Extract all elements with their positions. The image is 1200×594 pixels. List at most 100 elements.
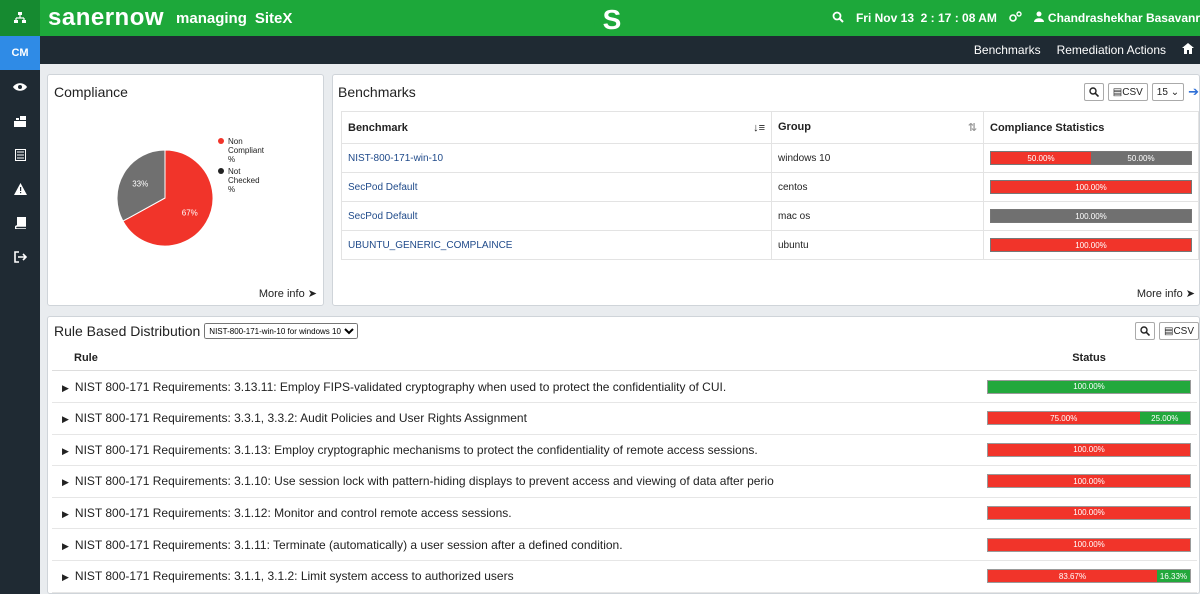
warning-icon[interactable]	[0, 172, 40, 206]
sitemap-icon[interactable]	[0, 0, 40, 36]
more-info-label: More info	[1136, 288, 1183, 300]
sidebar-item-cm[interactable]: CM	[0, 36, 40, 70]
page-size-select[interactable]: 15 ⌄	[1151, 83, 1185, 101]
chevron-down-icon: ⌄	[1170, 86, 1180, 98]
rule-text: NIST 800-171 Requirements: 3.1.1, 3.1.2:…	[74, 569, 514, 584]
column-compliance-label: Compliance Statistics	[990, 121, 1105, 134]
user-menu[interactable]: Chandrashekhar Basavanr	[1033, 11, 1200, 25]
caret-right-icon: ▶	[62, 540, 69, 551]
more-info-link[interactable]: More info ➤	[1137, 287, 1195, 300]
caret-right-icon: ▶	[62, 445, 69, 456]
column-compliance-statistics: Compliance Statistics	[983, 111, 1199, 144]
benchmarks-title: Benchmarks	[338, 84, 416, 100]
compliance-bar-segment: 50.00%	[1091, 152, 1191, 164]
secondary-nav: Benchmarks Remediation Actions	[40, 36, 1200, 64]
rule-status-bar: 75.00% 25.00%	[987, 411, 1191, 426]
rules-csv-button[interactable]: ▤ CSV	[1158, 322, 1199, 340]
status-bar-segment: 100.00%	[988, 443, 1190, 456]
rule-row[interactable]: ▶ NIST 800-171 Requirements: 3.1.13: Empl…	[52, 434, 1197, 467]
sign-in-icon[interactable]: ➔	[1188, 84, 1199, 100]
status-bar-segment: 83.67%	[988, 570, 1157, 583]
pie-slice-label: 67%	[182, 209, 198, 218]
book-icon[interactable]	[0, 206, 40, 240]
table-row: UBUNTU_GENERIC_COMPLAINCE ubuntu 100.00%	[341, 230, 1199, 260]
rule-text: NIST 800-171 Requirements: 3.13.11: Empl…	[74, 379, 727, 394]
search-icon	[1089, 87, 1099, 97]
compliance-bar: 50.00% 50.00%	[990, 151, 1192, 165]
column-status: Status	[1072, 351, 1106, 364]
rule-row[interactable]: ▶ NIST 800-171 Requirements: 3.1.11: Term…	[52, 529, 1197, 561]
user-name: Chandrashekhar Basavanr	[1047, 11, 1200, 25]
page-size-value: 15	[1156, 86, 1168, 98]
pie-slice-label: 33%	[132, 179, 148, 188]
header-date-time: Fri Nov 13 2 : 17 : 08 AM	[856, 11, 997, 25]
eye-icon[interactable]	[0, 70, 40, 104]
table-header-row: Benchmark ↓≡ Group ⇅ Compliance Statistics	[341, 111, 1199, 144]
sort-icon: ⇅	[967, 122, 977, 134]
rule-row[interactable]: ▶ NIST 800-171 Requirements: 3.1.1, 3.1.2…	[52, 561, 1197, 593]
compliance-bar: 100.00%	[990, 238, 1192, 252]
rule-text: NIST 800-171 Requirements: 3.1.12: Monit…	[74, 505, 512, 520]
table-icon: ▤	[1112, 86, 1123, 98]
rule-row[interactable]: ▶ NIST 800-171 Requirements: 3.3.1, 3.3.2…	[52, 403, 1197, 435]
status-bar-segment: 16.33%	[1157, 570, 1190, 583]
rules-search-button[interactable]	[1134, 322, 1155, 340]
brand-logo: sanernow	[48, 4, 165, 31]
rule-row[interactable]: ▶ NIST 800-171 Requirements: 3.1.10: Use …	[52, 466, 1197, 498]
status-bar-segment: 100.00%	[988, 506, 1190, 519]
compliance-pie-chart: 67% 33%	[116, 149, 214, 247]
list-icon[interactable]	[0, 138, 40, 172]
caret-right-icon: ▶	[62, 414, 69, 425]
rules-table-header: Rule Status	[52, 345, 1197, 371]
benchmark-name-link[interactable]: UBUNTU_GENERIC_COMPLAINCE	[341, 230, 772, 260]
status-bar-segment: 25.00%	[1139, 412, 1190, 425]
rule-text: NIST 800-171 Requirements: 3.1.11: Termi…	[74, 537, 623, 552]
rule-text: NIST 800-171 Requirements: 3.1.13: Emplo…	[74, 442, 758, 457]
benchmarks-search-button[interactable]	[1083, 83, 1104, 101]
legend-item[interactable]: Non Compliant %	[218, 137, 268, 164]
legend-label: Not Checked %	[228, 167, 260, 194]
search-icon[interactable]	[832, 11, 844, 26]
compliance-statistics-cell: 50.00% 50.00%	[983, 143, 1199, 173]
benchmark-name-link[interactable]: SecPod Default	[341, 201, 772, 231]
caret-right-icon: ▶	[62, 508, 69, 519]
compliance-bar-segment: 100.00%	[991, 210, 1191, 222]
site-name[interactable]: SiteX	[255, 10, 293, 27]
column-benchmark[interactable]: Benchmark ↓≡	[341, 111, 772, 144]
home-icon[interactable]	[1182, 43, 1194, 57]
benchmark-name-link[interactable]: NIST-800-171-win-10	[341, 143, 772, 173]
rule-row[interactable]: ▶ NIST 800-171 Requirements: 3.13.11: Emp…	[52, 371, 1197, 403]
csv-label: CSV	[1173, 325, 1194, 337]
nav-benchmarks[interactable]: Benchmarks	[974, 43, 1041, 57]
header-right: Fri Nov 13 2 : 17 : 08 AM Chandrashekhar…	[832, 0, 1200, 36]
benchmark-group: mac os	[771, 201, 984, 231]
column-group[interactable]: Group ⇅	[771, 111, 984, 144]
legend-label: Non Compliant %	[228, 137, 265, 164]
compliance-bar-segment: 100.00%	[991, 239, 1191, 251]
rule-label: ▶ NIST 800-171 Requirements: 3.1.11: Term…	[52, 538, 987, 552]
benchmarks-toolbar: ▤ CSV 15 ⌄ ➔	[1083, 83, 1199, 101]
caret-right-icon: ▶	[62, 382, 69, 393]
more-info-link[interactable]: More info ➤	[259, 287, 317, 300]
caret-right-icon: ▶	[62, 572, 69, 583]
nav-remediation-actions[interactable]: Remediation Actions	[1057, 43, 1166, 57]
dashboard-icon[interactable]	[0, 104, 40, 138]
rule-status-bar: 100.00%	[987, 537, 1191, 552]
status-bar-segment: 100.00%	[988, 475, 1190, 488]
search-icon	[1140, 326, 1150, 336]
benchmark-name-link[interactable]: SecPod Default	[341, 172, 772, 202]
caret-right-icon: ▶	[62, 477, 69, 488]
sidebar: CM	[0, 36, 40, 594]
rule-label: ▶ NIST 800-171 Requirements: 3.3.1, 3.3.2…	[52, 411, 987, 425]
legend-item[interactable]: Not Checked %	[218, 167, 268, 194]
rule-distribution-panel: Rule Based Distribution NIST-800-171-win…	[47, 316, 1200, 594]
benchmark-group: ubuntu	[771, 230, 984, 260]
rule-status-bar: 100.00%	[987, 442, 1191, 457]
rule-row[interactable]: ▶ NIST 800-171 Requirements: 3.1.12: Moni…	[52, 497, 1197, 530]
gears-icon[interactable]	[1009, 10, 1022, 26]
logout-icon[interactable]	[0, 240, 40, 274]
rules-toolbar: ▤ CSV	[1134, 322, 1199, 340]
benchmarks-csv-button[interactable]: ▤ CSV	[1107, 83, 1148, 101]
benchmark-select[interactable]: NIST-800-171-win-10 for windows 10	[204, 323, 359, 339]
rule-distribution-header: Rule Based Distribution NIST-800-171-win…	[54, 323, 359, 339]
